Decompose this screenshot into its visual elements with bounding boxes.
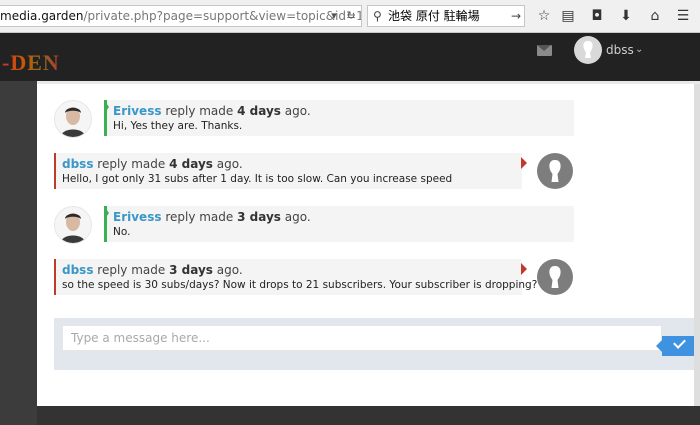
message-text: so the speed is 30 subs/days? Now it dro… [62,279,538,291]
message-suffix: ago. [284,210,311,224]
bubble-pointer [521,157,527,169]
bubble-pointer [104,206,109,220]
message-text: Hello, I got only 31 subs after 1 day. I… [62,173,453,185]
message-bubble: Erivess reply made 3 days ago. No. [104,206,574,242]
user-avatar [537,259,573,295]
message-suffix: ago. [216,263,243,277]
message-time: 4 days [169,157,213,171]
left-gutter [0,81,37,425]
reload-icon[interactable]: ↻ [343,6,359,26]
reading-list-icon[interactable]: ▤ [559,7,577,25]
user-silhouette-icon [549,160,561,182]
message-header: dbss reply made 4 days ago. [62,157,243,171]
chevron-down-icon[interactable]: ⌄ [635,43,643,57]
page-bottom [37,406,700,425]
user-silhouette-icon [549,266,561,288]
message-header: dbss reply made 3 days ago. [62,263,243,277]
pocket-icon[interactable]: ◘ [588,7,606,25]
scrollbar[interactable] [694,84,700,406]
message-author[interactable]: dbss [62,157,93,171]
bubble-pointer [104,100,109,114]
message-author[interactable]: Erivess [113,210,161,224]
staff-avatar [54,206,92,244]
dropdown-icon[interactable]: ▾ [326,6,342,26]
search-bar[interactable]: ⚲ 池袋 原付 駐輪場 → [367,5,525,27]
panel-top-border [37,81,700,84]
message-header: Erivess reply made 4 days ago. [113,104,311,118]
message-bubble: Erivess reply made 4 days ago. Hi, Yes t… [104,100,574,136]
send-button[interactable] [656,336,694,356]
header-avatar[interactable] [574,36,602,64]
message-author[interactable]: dbss [62,263,93,277]
browser-toolbar: media.garden/private.php?page=support&vi… [0,0,700,33]
message-verb: reply made [97,263,166,277]
message-suffix: ago. [216,157,243,171]
message-author[interactable]: Erivess [113,104,161,118]
url-path: /private.php?page=support&view=topic&id=… [83,9,362,23]
bubble-pointer [521,263,527,275]
user-silhouette-icon [583,41,593,58]
message-suffix: ago. [284,104,311,118]
message-header: Erivess reply made 3 days ago. [113,210,311,224]
message-verb: reply made [165,210,234,224]
message-bubble: dbss reply made 4 days ago. Hello, I got… [54,153,522,189]
check-icon [673,336,686,349]
staff-face-icon [55,207,91,243]
header-username[interactable]: dbss [606,43,634,57]
message-time: 4 days [237,104,281,118]
message-text: Hi, Yes they are. Thanks. [113,120,243,132]
url-host: media.garden [0,9,84,23]
message-time: 3 days [237,210,281,224]
address-bar[interactable]: media.garden/private.php?page=support&vi… [0,5,362,27]
go-arrow-icon[interactable]: → [511,6,521,26]
home-icon[interactable]: ⌂ [646,7,664,25]
search-icon: ⚲ [373,9,382,23]
staff-avatar [54,100,92,138]
site-logo[interactable]: -DEN [2,50,60,76]
menu-icon[interactable]: ☰ [674,7,692,25]
message-input[interactable] [62,325,662,351]
user-avatar [537,153,573,189]
staff-face-icon [55,101,91,137]
message-text: No. [113,226,131,238]
bookmark-star-icon[interactable]: ☆ [535,7,553,25]
download-icon[interactable]: ⬇ [617,7,635,25]
message-verb: reply made [97,157,166,171]
message-bubble: dbss reply made 3 days ago. so the speed… [54,259,537,295]
message-verb: reply made [165,104,234,118]
search-text: 池袋 原付 駐輪場 [388,9,480,23]
message-time: 3 days [169,263,213,277]
mail-icon[interactable] [537,45,552,56]
